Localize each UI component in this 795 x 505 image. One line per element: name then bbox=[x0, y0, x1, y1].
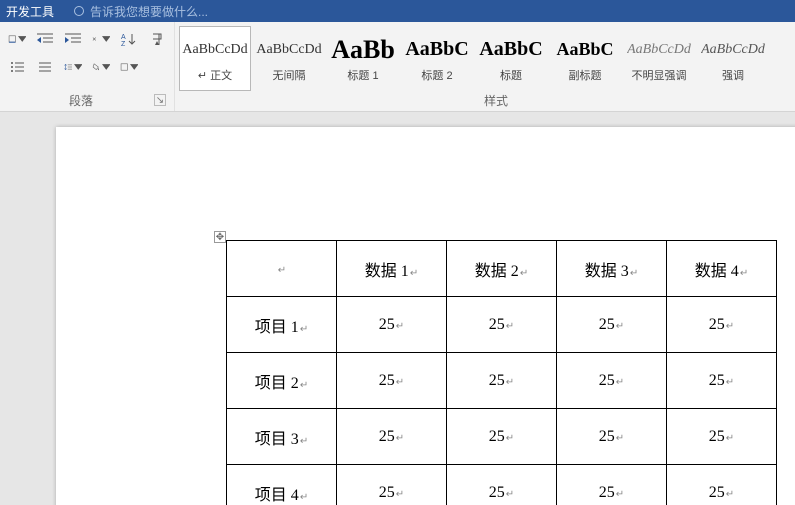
document-area: ✥ ↵数据 1↵数据 2↵数据 3↵数据 4↵项目 1↵25↵25↵25↵25↵… bbox=[0, 112, 795, 505]
tell-me-placeholder: 告诉我您想要做什么... bbox=[90, 3, 208, 20]
style-preview: AaBbCcDd bbox=[627, 35, 691, 65]
style-preview: AaBbCcDd bbox=[256, 35, 321, 65]
table-cell[interactable]: 25↵ bbox=[337, 465, 447, 505]
asian-layout-button[interactable]: ✕ bbox=[92, 30, 110, 48]
style-preview: AaBbC bbox=[556, 35, 613, 65]
table-header-cell[interactable]: 数据 4↵ bbox=[667, 241, 777, 297]
ribbon-tab-devtools[interactable]: 开发工具 bbox=[6, 3, 54, 20]
borders-button[interactable] bbox=[120, 58, 138, 76]
border-button[interactable] bbox=[8, 30, 26, 48]
table-row-label[interactable]: 项目 2↵ bbox=[227, 353, 337, 409]
align-distributed-button[interactable] bbox=[36, 58, 54, 76]
table-cell[interactable]: 25↵ bbox=[447, 297, 557, 353]
page: ✥ ↵数据 1↵数据 2↵数据 3↵数据 4↵项目 1↵25↵25↵25↵25↵… bbox=[56, 127, 795, 505]
table-move-handle[interactable]: ✥ bbox=[214, 231, 226, 243]
style-name: 无间隔 bbox=[273, 67, 306, 83]
table-cell[interactable]: 25↵ bbox=[447, 409, 557, 465]
style-name: 强调 bbox=[722, 67, 744, 83]
line-spacing-button[interactable] bbox=[64, 58, 82, 76]
style-item-2[interactable]: AaBb 标题 1 bbox=[327, 26, 399, 91]
style-preview: AaBbC bbox=[405, 35, 468, 65]
table-cell[interactable]: 25↵ bbox=[447, 465, 557, 505]
paragraph-dialog-launcher[interactable]: ↘ bbox=[154, 94, 166, 106]
show-marks-button[interactable] bbox=[148, 30, 166, 48]
style-item-3[interactable]: AaBbC 标题 2 bbox=[401, 26, 473, 91]
shading-button[interactable] bbox=[92, 58, 110, 76]
table-cell[interactable]: 25↵ bbox=[447, 353, 557, 409]
table-row-label[interactable]: 项目 1↵ bbox=[227, 297, 337, 353]
style-item-8[interactable]: AaB明显 bbox=[771, 26, 795, 91]
table-cell[interactable]: 25↵ bbox=[557, 409, 667, 465]
style-preview: AaBbC bbox=[479, 35, 542, 65]
table-cell[interactable]: 25↵ bbox=[337, 353, 447, 409]
table-cell[interactable]: 25↵ bbox=[337, 409, 447, 465]
ribbon: ✕ AZ bbox=[0, 22, 795, 112]
table-cell[interactable]: 25↵ bbox=[667, 297, 777, 353]
style-preview: AaBb bbox=[331, 35, 395, 65]
paragraph-group-label: 段落 bbox=[8, 92, 154, 109]
style-item-5[interactable]: AaBbC 副标题 bbox=[549, 26, 621, 91]
table-header-cell[interactable]: 数据 3↵ bbox=[557, 241, 667, 297]
group-styles: AaBbCcDd ↵ 正文 AaBbCcDd 无间隔 AaBb 标题 1 AaBbC 标题 2… bbox=[175, 22, 795, 111]
style-item-4[interactable]: AaBbC 标题 bbox=[475, 26, 547, 91]
document-table[interactable]: ↵数据 1↵数据 2↵数据 3↵数据 4↵项目 1↵25↵25↵25↵25↵项目… bbox=[226, 240, 777, 505]
table-corner-cell[interactable]: ↵ bbox=[227, 241, 337, 297]
bulb-icon bbox=[74, 6, 84, 16]
table-cell[interactable]: 25↵ bbox=[557, 297, 667, 353]
style-preview: AaBbCcDd bbox=[182, 35, 247, 65]
style-item-0[interactable]: AaBbCcDd ↵ 正文 bbox=[179, 26, 251, 91]
style-item-6[interactable]: AaBbCcDd 不明显强调 bbox=[623, 26, 695, 91]
table-cell[interactable]: 25↵ bbox=[557, 353, 667, 409]
style-name: 标题 1 bbox=[347, 67, 378, 83]
indent-decrease-button[interactable] bbox=[36, 30, 54, 48]
style-name: 副标题 bbox=[569, 67, 602, 83]
table-cell[interactable]: 25↵ bbox=[667, 465, 777, 505]
table-header-cell[interactable]: 数据 1↵ bbox=[337, 241, 447, 297]
style-name: 不明显强调 bbox=[632, 67, 687, 83]
style-name: 标题 bbox=[500, 67, 522, 83]
style-item-1[interactable]: AaBbCcDd 无间隔 bbox=[253, 26, 325, 91]
style-item-7[interactable]: AaBbCcDd 强调 bbox=[697, 26, 769, 91]
title-bar: 开发工具 告诉我您想要做什么... bbox=[0, 0, 795, 22]
style-preview: AaBbCcDd bbox=[701, 35, 765, 65]
indent-increase-button[interactable] bbox=[64, 30, 82, 48]
table-cell[interactable]: 25↵ bbox=[557, 465, 667, 505]
table-row-label[interactable]: 项目 4↵ bbox=[227, 465, 337, 505]
table-cell[interactable]: 25↵ bbox=[667, 353, 777, 409]
table-header-cell[interactable]: 数据 2↵ bbox=[447, 241, 557, 297]
svg-text:A: A bbox=[121, 34, 126, 41]
svg-text:✕: ✕ bbox=[92, 37, 96, 43]
svg-text:Z: Z bbox=[121, 41, 126, 47]
table-cell[interactable]: 25↵ bbox=[667, 409, 777, 465]
table-row-label[interactable]: 项目 3↵ bbox=[227, 409, 337, 465]
style-name: ↵ 正文 bbox=[198, 67, 232, 83]
table-cell[interactable]: 25↵ bbox=[337, 297, 447, 353]
bullets-button[interactable] bbox=[8, 58, 26, 76]
sort-button[interactable]: AZ bbox=[120, 30, 138, 48]
group-paragraph: ✕ AZ bbox=[0, 22, 175, 111]
tell-me-box[interactable]: 告诉我您想要做什么... bbox=[74, 3, 208, 20]
style-name: 标题 2 bbox=[421, 67, 452, 83]
styles-group-label: 样式 bbox=[484, 92, 508, 109]
styles-gallery[interactable]: AaBbCcDd ↵ 正文 AaBbCcDd 无间隔 AaBb 标题 1 AaBbC 标题 2… bbox=[179, 26, 795, 91]
